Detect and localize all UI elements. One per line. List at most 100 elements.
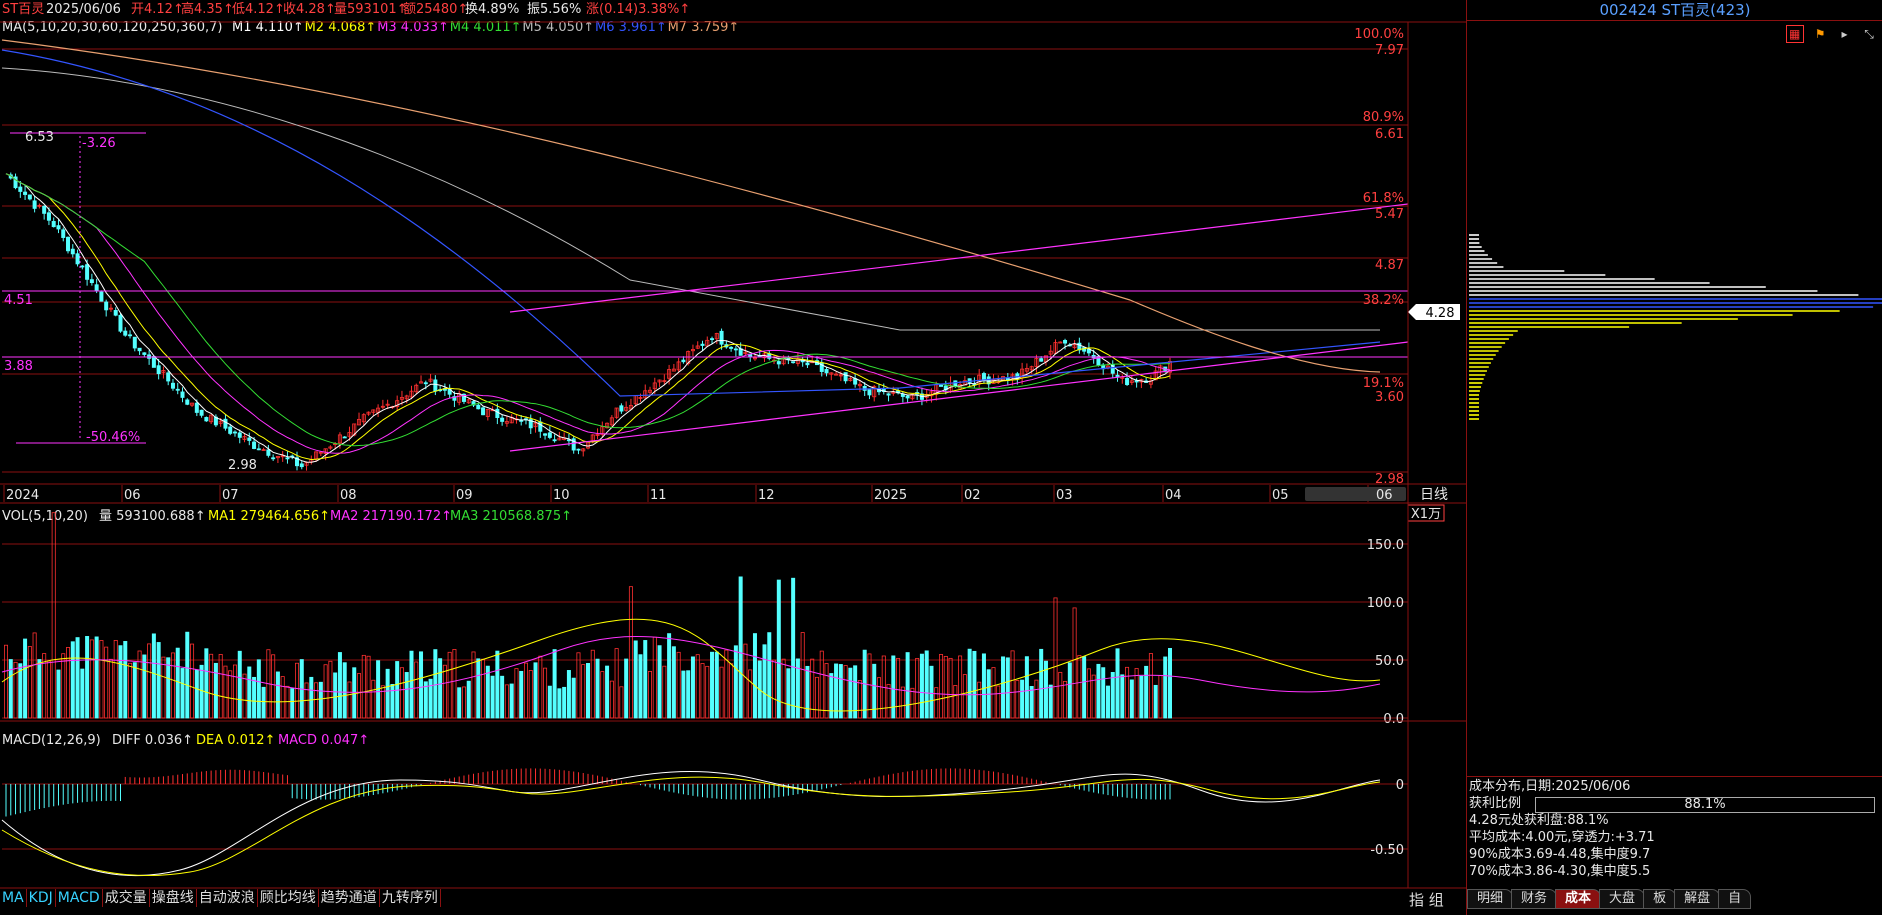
candle-body <box>271 457 276 460</box>
date-label: 06 <box>124 488 141 503</box>
indicator-tab[interactable]: 自动波浪 <box>197 889 258 907</box>
volume-bar <box>1005 657 1010 719</box>
volume-bar <box>1086 668 1091 719</box>
stock-chart-app: ST百灵 2025/06/06 开4.12↑ 高4.35↑ 低4.12↑ 收4.… <box>0 0 1882 915</box>
volume-bar <box>1153 684 1158 719</box>
indicator-tab[interactable]: MACD <box>56 889 103 907</box>
volume-bar <box>409 650 414 719</box>
right-panel-tab[interactable]: 财务 <box>1511 889 1558 909</box>
chart-canvas[interactable]: ST百灵 2025/06/06 开4.12↑ 高4.35↑ 低4.12↑ 收4.… <box>0 0 1466 915</box>
volume-bar <box>834 663 839 719</box>
candle-body <box>576 448 581 451</box>
date-label: 10 <box>553 488 570 503</box>
volume-bar <box>714 651 719 719</box>
right-panel-tab[interactable]: 明细 <box>1467 889 1514 909</box>
volume-bar <box>199 664 204 719</box>
volume-bar <box>690 656 695 719</box>
period-label[interactable]: 日线 <box>1420 487 1448 503</box>
macd-header-diff: DIFF 0.036↑ <box>112 733 193 748</box>
volume-bar <box>318 681 323 719</box>
candle-body <box>538 421 543 432</box>
volume-bar <box>886 684 891 719</box>
right-panel-tab[interactable]: 成本 <box>1555 889 1602 909</box>
candle-body <box>104 301 109 311</box>
volume-bar <box>752 633 757 719</box>
channel-lower <box>509 341 1409 452</box>
candle-body <box>175 388 180 391</box>
volume-bar <box>943 655 948 719</box>
right-panel-tab[interactable]: 解盘 <box>1674 889 1721 909</box>
candle-body <box>285 457 290 460</box>
volume-bar <box>900 686 905 719</box>
indicator-tab[interactable]: KDJ <box>27 889 56 907</box>
volume-bar <box>185 631 190 719</box>
volume-bar <box>767 632 772 719</box>
volume-bar <box>495 650 500 719</box>
volume-bar <box>1024 656 1029 719</box>
volume-bar <box>776 579 781 719</box>
indicator-tab[interactable]: 操盘线 <box>150 889 197 907</box>
volume-bar <box>461 686 466 719</box>
volume-bar <box>232 664 237 719</box>
volume-bar <box>290 688 295 719</box>
date-label: 07 <box>222 488 239 503</box>
volume-bar <box>328 660 333 719</box>
volume-bar <box>681 670 686 719</box>
indicator-tab[interactable]: MA <box>0 889 27 907</box>
volume-bar <box>700 663 705 719</box>
candle-body <box>156 365 161 375</box>
candle-body <box>886 393 891 396</box>
volume-bar <box>1101 667 1106 719</box>
right-panel-tabs: 明细 财务 成本 大盘板解盘自 <box>1467 889 1882 909</box>
header-date: 2025/06/06 <box>46 2 121 17</box>
volume-bar <box>271 654 276 719</box>
volume-bar <box>132 662 137 719</box>
annot-level-low: 3.88 <box>4 359 33 374</box>
volume-bar <box>438 658 443 719</box>
candle-body <box>194 402 199 413</box>
volume-bar <box>504 684 509 719</box>
right-panel-tab[interactable]: 自 <box>1718 889 1752 909</box>
volume-bar <box>1148 653 1153 719</box>
candle-body <box>824 369 829 374</box>
indicator-tab[interactable]: 趋势通道 <box>319 889 380 907</box>
candle-body <box>23 191 28 195</box>
volume-bar <box>543 667 548 719</box>
candle-body <box>252 441 257 449</box>
price-axis-label: 7.97 <box>1375 43 1404 58</box>
bottom-right-buttons[interactable]: 指 组 <box>1409 889 1444 910</box>
candle-body <box>166 372 171 382</box>
volume-bar <box>1115 648 1120 719</box>
right-panel-tab[interactable]: 板 <box>1643 889 1677 909</box>
candle-body <box>247 437 252 441</box>
candle-body <box>1039 358 1044 362</box>
macd-dea-line <box>1 776 1381 877</box>
price-axis-label: 38.2% <box>1363 293 1404 308</box>
ma-line <box>5 173 1171 454</box>
volume-bar <box>996 685 1001 719</box>
volume-bar <box>958 655 963 719</box>
indicator-tab[interactable]: 顾比均线 <box>258 889 319 907</box>
volume-bar <box>113 640 118 719</box>
volume-bar <box>89 639 94 719</box>
candle-body <box>543 433 548 436</box>
candle-body <box>776 361 781 365</box>
date-label: 11 <box>650 488 667 503</box>
indicator-tab[interactable]: 成交量 <box>103 889 150 907</box>
right-panel-tab[interactable]: 大盘 <box>1599 889 1646 909</box>
volume-bar <box>309 676 314 719</box>
volume-bar <box>476 658 481 719</box>
volume-bar <box>819 650 824 719</box>
stock-name: ST百灵 <box>2 2 44 17</box>
volume-bar <box>342 662 347 719</box>
price-axis-label: 6.61 <box>1375 127 1404 142</box>
volume-bar <box>648 670 653 719</box>
candle-body <box>128 334 133 337</box>
volume-bar <box>939 654 944 719</box>
volume-bar <box>1020 679 1025 719</box>
candle-body <box>99 291 104 302</box>
indicator-tab[interactable]: 九转序列 <box>380 889 441 907</box>
volume-bar <box>652 636 657 719</box>
volume-bar <box>1096 663 1101 719</box>
vol-unit[interactable]: X1万 <box>1411 507 1441 522</box>
